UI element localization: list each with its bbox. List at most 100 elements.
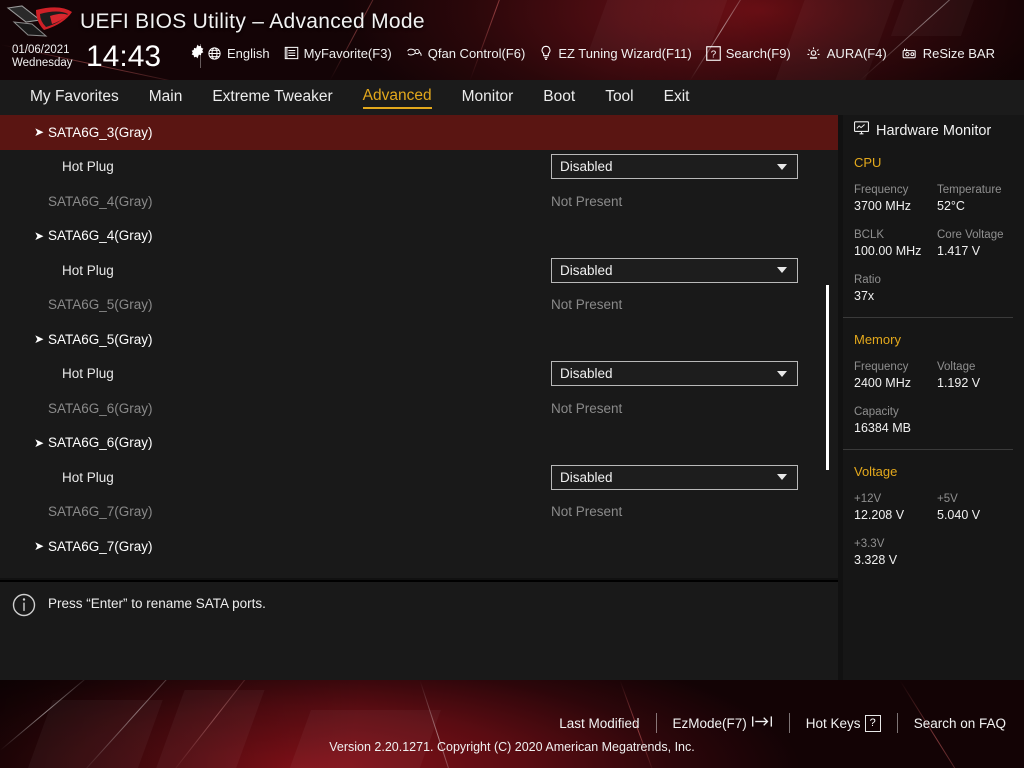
list-item-sata6g5-node[interactable]: ➤ SATA6G_5(Gray) bbox=[0, 322, 838, 357]
hot-plug-dropdown-2[interactable]: Disabled bbox=[551, 257, 798, 283]
hardware-monitor-panel: Hardware Monitor CPU Frequency 3700 MHz … bbox=[843, 115, 1024, 680]
chevron-right-icon: ➤ bbox=[34, 228, 45, 243]
hardware-monitor-header: Hardware Monitor bbox=[843, 115, 1024, 141]
hm-key: Frequency bbox=[854, 184, 909, 196]
bulb-icon bbox=[539, 45, 553, 61]
header-toolbar: English MyFavorite(F3) Qfan Control(F6) … bbox=[207, 45, 1009, 61]
weekday-value: Wednesday bbox=[12, 57, 73, 69]
list-item-label: SATA6G_3(Gray) bbox=[48, 124, 153, 140]
hm-key: Voltage bbox=[937, 361, 976, 373]
tab-monitor[interactable]: Monitor bbox=[462, 88, 514, 108]
dropdown-value: Disabled bbox=[560, 159, 613, 175]
header-item-aura[interactable]: AURA(F4) bbox=[805, 45, 887, 61]
hot-plug-dropdown-1[interactable]: Disabled bbox=[551, 154, 798, 180]
header-item-label: EZ Tuning Wizard(F11) bbox=[558, 45, 692, 61]
status-label: SATA6G_4(Gray) bbox=[48, 193, 153, 209]
status-value: Not Present bbox=[551, 400, 623, 416]
list-item-sata6g5-status: SATA6G_5(Gray) Not Present bbox=[0, 288, 838, 323]
chevron-right-icon: ➤ bbox=[34, 125, 45, 140]
list-item-sata6g7-node[interactable]: ➤ SATA6G_7(Gray) bbox=[0, 529, 838, 564]
tab-main[interactable]: Main bbox=[149, 88, 183, 108]
setting-label: Hot Plug bbox=[62, 469, 114, 485]
list-item-label: SATA6G_6(Gray) bbox=[48, 435, 153, 451]
list-item-hot-plug-2[interactable]: Hot Plug Disabled bbox=[0, 253, 838, 288]
header-item-resize-bar[interactable]: ReSize BAR bbox=[901, 46, 995, 61]
dropdown-value: Disabled bbox=[560, 469, 613, 485]
list-item-sata6g4-status: SATA6G_4(Gray) Not Present bbox=[0, 184, 838, 219]
tab-exit[interactable]: Exit bbox=[664, 88, 690, 108]
footer-item-label: EzMode(F7) bbox=[672, 715, 747, 731]
hm-row: +12V 12.208 V +5V 5.040 V bbox=[854, 491, 1024, 524]
dropdown-value: Disabled bbox=[560, 262, 613, 278]
hm-value: 3.328 V bbox=[854, 553, 898, 567]
last-modified-button[interactable]: Last Modified bbox=[559, 716, 639, 731]
hm-value: 5.040 V bbox=[937, 508, 981, 522]
hm-value: 16384 MB bbox=[854, 421, 911, 435]
setting-label: Hot Plug bbox=[62, 262, 114, 278]
hm-key: +3.3V bbox=[854, 538, 885, 550]
list-scrollbar-thumb[interactable] bbox=[826, 285, 829, 470]
globe-icon bbox=[207, 46, 222, 61]
footer-actions: Last Modified EzMode(F7) Hot Keys ? Sear… bbox=[559, 713, 1006, 733]
hot-plug-dropdown-4[interactable]: Disabled bbox=[551, 464, 798, 490]
gpu-icon bbox=[901, 46, 918, 61]
chevron-down-icon bbox=[777, 370, 787, 377]
hm-key: +12V bbox=[854, 493, 882, 505]
hm-row: +3.3V 3.328 V bbox=[854, 536, 1024, 569]
tab-extreme-tweaker[interactable]: Extreme Tweaker bbox=[212, 88, 332, 108]
footer-item-label: Search on FAQ bbox=[913, 715, 1006, 731]
chevron-down-icon bbox=[777, 163, 787, 170]
header-item-english[interactable]: English bbox=[207, 46, 270, 61]
divider bbox=[655, 713, 657, 733]
hm-key: Temperature bbox=[937, 184, 1002, 196]
hm-key: Ratio bbox=[854, 274, 881, 286]
ezmode-button[interactable]: EzMode(F7) bbox=[673, 714, 773, 732]
tab-boot[interactable]: Boot bbox=[543, 88, 575, 108]
hm-key: Frequency bbox=[854, 361, 909, 373]
hot-keys-button[interactable]: Hot Keys ? bbox=[806, 714, 881, 732]
hm-key: Core Voltage bbox=[937, 229, 1004, 241]
hm-value: 52°C bbox=[937, 199, 965, 213]
list-icon bbox=[284, 46, 299, 60]
list-item-hot-plug-3[interactable]: Hot Plug Disabled bbox=[0, 357, 838, 392]
gear-icon[interactable] bbox=[190, 44, 205, 59]
search-on-faq-button[interactable]: Search on FAQ bbox=[914, 716, 1006, 731]
divider bbox=[788, 713, 790, 733]
tab-tool[interactable]: Tool bbox=[605, 88, 633, 108]
info-icon bbox=[12, 593, 36, 617]
list-item-sata6g3-node[interactable]: ➤ SATA6G_3(Gray) bbox=[0, 115, 838, 150]
setting-label: Hot Plug bbox=[62, 159, 114, 175]
footer-item-label: Last Modified bbox=[559, 715, 640, 731]
header-bar: UEFI BIOS Utility – Advanced Mode 01/06/… bbox=[0, 0, 1024, 80]
status-label: SATA6G_7(Gray) bbox=[48, 504, 153, 520]
hm-value: 1.417 V bbox=[937, 244, 981, 258]
list-item-hot-plug-4[interactable]: Hot Plug Disabled bbox=[0, 460, 838, 495]
help-text: Press “Enter” to rename SATA ports. bbox=[48, 596, 266, 611]
status-value: Not Present bbox=[551, 193, 623, 209]
hm-key: +5V bbox=[937, 493, 958, 505]
hot-plug-dropdown-3[interactable]: Disabled bbox=[551, 361, 798, 387]
list-item-sata6g6-status: SATA6G_6(Gray) Not Present bbox=[0, 391, 838, 426]
hm-value: 3700 MHz bbox=[854, 199, 911, 213]
status-value: Not Present bbox=[551, 297, 623, 313]
hm-key: BCLK bbox=[854, 229, 885, 241]
header-item-ez-tuning-wizard[interactable]: EZ Tuning Wizard(F11) bbox=[539, 45, 692, 61]
header-item-qfan-control[interactable]: Qfan Control(F6) bbox=[406, 46, 525, 61]
aura-light-icon bbox=[805, 45, 822, 61]
list-item-sata6g4-node[interactable]: ➤ SATA6G_4(Gray) bbox=[0, 219, 838, 254]
monitor-icon bbox=[853, 120, 870, 141]
header-item-label: MyFavorite(F3) bbox=[303, 45, 392, 61]
header-item-search[interactable]: ? Search(F9) bbox=[705, 45, 791, 61]
header-item-label: Search(F9) bbox=[725, 45, 791, 61]
status-value: Not Present bbox=[551, 504, 623, 520]
list-item-label: SATA6G_5(Gray) bbox=[48, 331, 153, 347]
arrow-into-bar-icon bbox=[751, 714, 773, 732]
tab-advanced[interactable]: Advanced bbox=[362, 87, 432, 109]
header-item-label: English bbox=[227, 45, 270, 61]
list-item-sata6g6-node[interactable]: ➤ SATA6G_6(Gray) bbox=[0, 426, 838, 461]
list-item-hot-plug-1[interactable]: Hot Plug Disabled bbox=[0, 150, 838, 185]
header-item-myfavorite[interactable]: MyFavorite(F3) bbox=[284, 46, 392, 61]
status-label: SATA6G_5(Gray) bbox=[48, 297, 153, 313]
svg-text:?: ? bbox=[711, 49, 717, 60]
tab-my-favorites[interactable]: My Favorites bbox=[30, 88, 119, 108]
